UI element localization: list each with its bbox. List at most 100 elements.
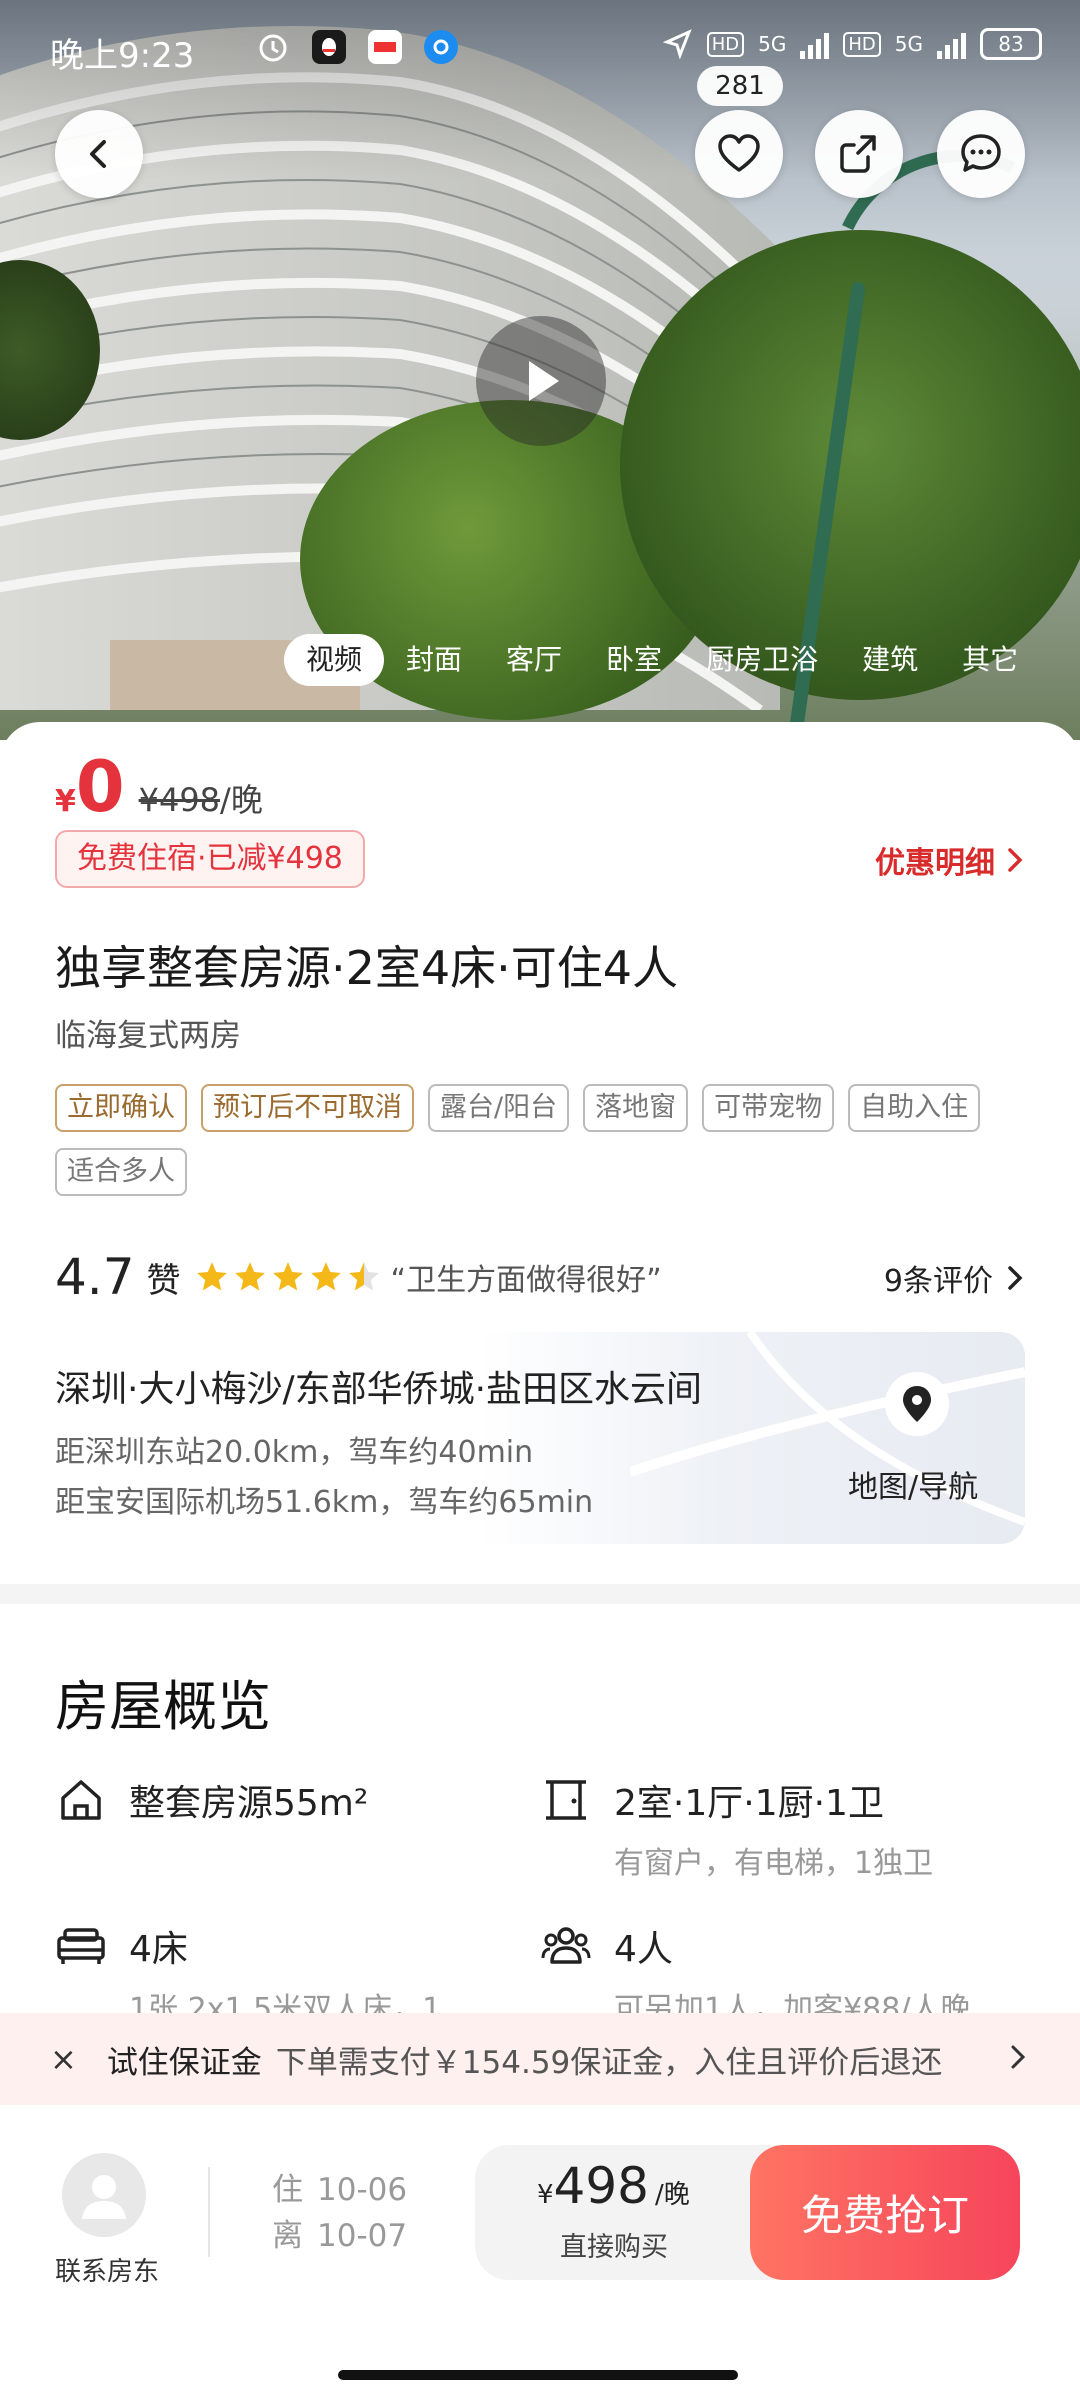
feature-guests: 4人 可另加1人，加客¥88/人晚 (540, 1920, 970, 2028)
feature-tag: 自助入住 (848, 1084, 981, 1132)
rating-row[interactable]: 4.7 赞 “卫生方面做得很好” 9条评价 (55, 1242, 1025, 1312)
message-button[interactable] (937, 110, 1025, 198)
battery-level: 83 (998, 32, 1024, 56)
hero-photo[interactable]: 晚上9:23 HD 5G HD 5G 83 281 视频 封面 客厅 卧室 厨房… (0, 0, 1080, 740)
location-distance-2: 距宝安国际机场51.6km，驾车约65min (55, 1485, 594, 1520)
photo-tab[interactable]: 厨房卫浴 (684, 634, 840, 686)
deposit-label: 试住保证金 (106, 2044, 262, 2081)
photo-tab[interactable]: 其它 (940, 634, 1040, 686)
qq-icon (312, 30, 346, 64)
photo-tab[interactable]: 视频 (284, 634, 385, 686)
discount-detail-link[interactable]: 优惠明细 (875, 838, 1025, 882)
buy-price-value: 498 (553, 2157, 649, 2215)
contact-host-label[interactable]: 联系房东 (55, 2251, 159, 2288)
share-icon (840, 135, 876, 173)
status-system-icons: HD 5G HD 5G 83 (662, 28, 1042, 60)
location-card[interactable]: 深圳·大小梅沙/东部华侨城·盐田区水云间 距深圳东站20.0km，驾车约40mi… (30, 1332, 1025, 1544)
photo-tab[interactable]: 卧室 (584, 634, 684, 686)
discount-detail-label: 优惠明细 (875, 846, 995, 881)
star-icon (272, 1262, 303, 1291)
feature-tag: 预订后不可取消 (201, 1084, 414, 1132)
battery-icon: 83 (980, 28, 1042, 60)
house-icon (61, 1780, 101, 1820)
location-title: 深圳·大小梅沙/东部华侨城·盐田区水云间 (55, 1369, 703, 1410)
location-distance-1: 距深圳东站20.0km，驾车约40min (55, 1435, 534, 1470)
location-icon (662, 29, 692, 59)
review-count: 9条评价 (883, 1264, 993, 1299)
rating-word: 赞 (146, 1260, 181, 1301)
photo-category-tabs: 视频 封面 客厅 卧室 厨房卫浴 建筑 其它 (284, 632, 1040, 688)
price-unit: /晚 (220, 781, 263, 819)
photo-tab[interactable]: 封面 (384, 634, 484, 686)
star-icon (310, 1262, 341, 1291)
map-navigation-label: 地图/导航 (848, 1470, 979, 1505)
signal-icon (937, 29, 966, 59)
alarm-icon (256, 30, 290, 64)
status-time: 晚上9:23 (50, 36, 195, 76)
feature-beds-main: 4床 (129, 1929, 188, 1970)
feature-tag: 落地窗 (583, 1084, 689, 1132)
direct-buy-box[interactable]: ¥ 498 /晚 直接购买 免费抢订 (475, 2145, 1020, 2280)
chevron-right-icon (1008, 1266, 1023, 1290)
play-icon (529, 361, 559, 401)
feature-tag: 可带宠物 (702, 1084, 835, 1132)
free-book-button[interactable]: 免费抢订 (750, 2145, 1020, 2280)
price-currency: ¥ (55, 784, 76, 819)
favorite-button[interactable] (695, 110, 783, 198)
buy-currency: ¥ (537, 2180, 554, 2210)
feature-area-main: 整套房源55m² (129, 1783, 369, 1824)
star-icon (234, 1262, 265, 1291)
bed-icon (57, 1928, 105, 1964)
price-row: ¥ 0 ¥498 /晚 (55, 752, 263, 822)
door-icon (546, 1780, 586, 1820)
feature-tag: 露台/阳台 (428, 1084, 570, 1132)
reviews-link[interactable]: 9条评价 (884, 1256, 1025, 1300)
heart-icon (718, 134, 760, 172)
feature-rooms-main: 2室·1厅·1厨·1卫 (614, 1783, 884, 1824)
deposit-banner[interactable]: × 试住保证金 下单需支付￥154.59保证金，入住且评价后退还 (0, 2013, 1080, 2105)
chevron-right-icon (1008, 848, 1023, 872)
feature-rooms: 2室·1厅·1厨·1卫 有窗户，有电梯，1独卫 (540, 1774, 933, 1882)
favorite-count: 281 (697, 66, 783, 106)
price-value: 0 (75, 746, 125, 828)
share-button[interactable] (815, 110, 903, 198)
checkout-date: 10-07 (317, 2218, 408, 2254)
original-price: ¥498 (138, 781, 221, 819)
feature-beds: 4床 1张 2x1.5米双人床，1 (55, 1920, 441, 2028)
feature-tag: 适合多人 (55, 1148, 187, 1196)
checkin-label: 住 (272, 2172, 303, 2208)
feature-tags: 立即确认 预订后不可取消 露台/阳台 落地窗 可带宠物 自助入住适合多人 (55, 1084, 1035, 1196)
star-icon (196, 1262, 227, 1291)
status-bar: 晚上9:23 HD 5G HD 5G 83 (0, 20, 1080, 80)
rating-score: 4.7 (55, 1248, 135, 1306)
feature-tag: 立即确认 (55, 1084, 187, 1132)
bottom-action-bar: 联系房东 住 10-06 离 10-07 ¥ 498 /晚 直接购买 免费抢订 (0, 2105, 1080, 2400)
app-icon (368, 30, 402, 64)
listing-subtitle: 临海复式两房 (55, 1018, 241, 1054)
free-stay-badge: 免费住宿·已减¥498 (55, 830, 365, 888)
section-divider (0, 1584, 1080, 1604)
back-button[interactable] (55, 110, 143, 198)
home-indicator[interactable] (338, 2370, 738, 2380)
direct-buy-label: 直接购买 (560, 2232, 668, 2263)
overview-title: 房屋概览 (55, 1675, 271, 1738)
host-avatar[interactable] (62, 2153, 146, 2237)
separator (208, 2167, 210, 2257)
direct-buy-price: ¥ 498 /晚 (537, 2157, 690, 2215)
photo-tab[interactable]: 客厅 (484, 634, 584, 686)
feature-guests-main: 4人 (614, 1929, 673, 1970)
chat-bubble-icon (961, 134, 1001, 172)
network-type: 5G (894, 32, 923, 56)
buy-price-unit: /晚 (654, 2180, 690, 2210)
close-icon[interactable]: × (50, 2040, 77, 2078)
hd-badge: HD (843, 31, 881, 57)
photo-tab[interactable]: 建筑 (840, 634, 940, 686)
deposit-detail: 下单需支付￥154.59保证金，入住且评价后退还 (275, 2044, 943, 2081)
rating-stars (195, 1260, 381, 1294)
play-video-button[interactable] (476, 316, 606, 446)
checkout-label: 离 (272, 2218, 303, 2254)
browser-icon (424, 30, 458, 64)
signal-icon (800, 29, 830, 59)
stay-dates[interactable]: 住 10-06 离 10-07 (272, 2167, 407, 2259)
star-icon (348, 1262, 379, 1291)
